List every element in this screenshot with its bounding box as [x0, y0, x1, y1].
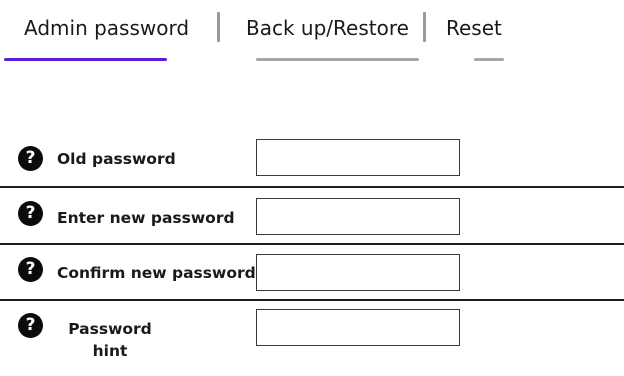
new-password-label: Enter new password: [57, 209, 235, 227]
old-password-input[interactable]: [256, 139, 460, 176]
new-password-help-icon[interactable]: ?: [18, 201, 43, 226]
row-divider: [0, 243, 624, 245]
old-password-help-icon[interactable]: ?: [18, 146, 43, 171]
confirm-password-help-icon[interactable]: ?: [18, 257, 43, 282]
row-divider: [0, 186, 624, 188]
password-hint-label-line1: Password: [68, 320, 152, 338]
new-password-input[interactable]: [256, 198, 460, 235]
confirm-password-input[interactable]: [256, 254, 460, 291]
old-password-label: Old password: [57, 150, 176, 168]
password-hint-input[interactable]: [256, 309, 460, 346]
confirm-password-label: Confirm new password: [57, 264, 256, 282]
password-hint-help-icon[interactable]: ?: [18, 313, 43, 338]
admin-password-form: ? Old password ? Enter new password ? Co…: [0, 0, 624, 376]
password-hint-label: Password hint: [60, 318, 160, 362]
password-hint-label-line2: hint: [92, 342, 128, 360]
row-divider: [0, 299, 624, 301]
